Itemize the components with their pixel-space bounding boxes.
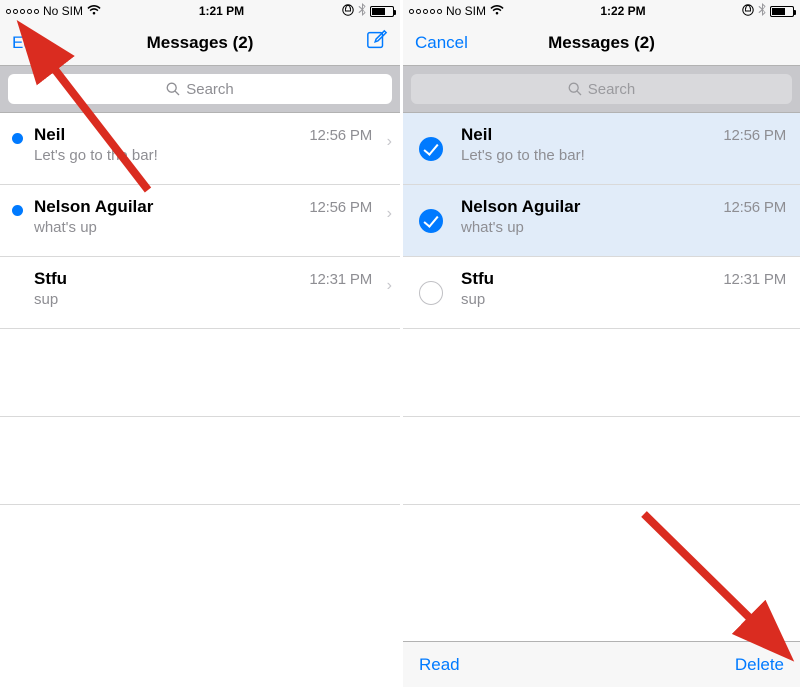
signal-dots-icon [6, 9, 39, 14]
empty-row [0, 329, 400, 417]
rotation-lock-icon [742, 4, 754, 19]
conversation-list: Neil 12:56 PM Let's go to the bar! › Nel… [0, 113, 400, 505]
message-preview: what's up [34, 219, 388, 236]
conversation-row[interactable]: Nelson Aguilar 12:56 PM what's up › [0, 185, 400, 257]
carrier-label: No SIM [43, 4, 83, 18]
status-right [742, 3, 794, 19]
message-preview: Let's go to the bar! [34, 147, 388, 164]
select-checkbox[interactable] [419, 209, 443, 233]
page-title: Messages (2) [485, 33, 718, 53]
compose-button[interactable] [318, 29, 388, 56]
phone-right-edit-mode: No SIM 1:22 PM Cancel Messages (2) Searc… [400, 0, 800, 687]
empty-row [0, 417, 400, 505]
bluetooth-icon [758, 3, 766, 19]
status-bar: No SIM 1:22 PM [403, 0, 800, 20]
battery-icon [770, 6, 794, 17]
contact-name: Neil [34, 125, 65, 145]
wifi-icon [87, 4, 101, 18]
empty-row [403, 417, 800, 505]
conversation-row[interactable]: Neil 12:56 PM Let's go to the bar! [403, 113, 800, 185]
bottom-toolbar: Read Delete [403, 641, 800, 687]
message-preview: what's up [461, 219, 788, 236]
clock-label: 1:22 PM [600, 4, 645, 18]
compose-icon [366, 29, 388, 51]
status-bar: No SIM 1:21 PM [0, 0, 400, 20]
search-placeholder: Search [588, 81, 636, 98]
message-preview: sup [461, 291, 788, 308]
contact-name: Nelson Aguilar [34, 197, 153, 217]
search-icon [568, 82, 582, 96]
row-timestamp: 12:56 PM [309, 199, 372, 216]
search-icon [166, 82, 180, 96]
search-placeholder: Search [186, 81, 234, 98]
delete-button[interactable]: Delete [735, 655, 784, 675]
conversation-row[interactable]: Nelson Aguilar 12:56 PM what's up [403, 185, 800, 257]
select-checkbox[interactable] [419, 137, 443, 161]
row-timestamp: 12:56 PM [309, 127, 372, 144]
message-preview: sup [34, 291, 388, 308]
annotation-arrow-delete [632, 502, 782, 647]
status-left: No SIM [409, 4, 504, 18]
message-preview: Let's go to the bar! [461, 147, 788, 164]
edit-button[interactable]: Edit [12, 33, 82, 53]
carrier-label: No SIM [446, 4, 486, 18]
select-checkbox[interactable] [419, 281, 443, 305]
row-timestamp: 12:56 PM [723, 127, 786, 144]
read-button[interactable]: Read [419, 655, 460, 675]
phone-left-normal-mode: No SIM 1:21 PM Edit Messages (2) Search [0, 0, 400, 687]
contact-name: Nelson Aguilar [461, 197, 580, 217]
status-left: No SIM [6, 4, 101, 18]
row-timestamp: 12:31 PM [723, 271, 786, 288]
status-right [342, 3, 394, 19]
search-input[interactable]: Search [411, 74, 792, 104]
contact-name: Stfu [461, 269, 494, 289]
conversation-row[interactable]: Stfu 12:31 PM sup › [0, 257, 400, 329]
contact-name: Stfu [34, 269, 67, 289]
search-bar-container: Search [403, 66, 800, 113]
search-input[interactable]: Search [8, 74, 392, 104]
clock-label: 1:21 PM [199, 4, 244, 18]
chevron-right-icon: › [387, 133, 392, 151]
nav-bar: Cancel Messages (2) [403, 20, 800, 66]
unread-dot-icon [12, 133, 23, 144]
contact-name: Neil [461, 125, 492, 145]
cancel-button[interactable]: Cancel [415, 33, 485, 53]
nav-bar: Edit Messages (2) [0, 20, 400, 66]
empty-row [403, 329, 800, 417]
unread-dot-icon [12, 205, 23, 216]
chevron-right-icon: › [387, 205, 392, 223]
signal-dots-icon [409, 9, 442, 14]
row-timestamp: 12:56 PM [723, 199, 786, 216]
conversation-list: Neil 12:56 PM Let's go to the bar! Nelso… [403, 113, 800, 505]
wifi-icon [490, 4, 504, 18]
chevron-right-icon: › [387, 277, 392, 295]
page-title: Messages (2) [82, 33, 318, 53]
bluetooth-icon [358, 3, 366, 19]
search-bar-container: Search [0, 66, 400, 113]
row-timestamp: 12:31 PM [309, 271, 372, 288]
battery-icon [370, 6, 394, 17]
conversation-row[interactable]: Neil 12:56 PM Let's go to the bar! › [0, 113, 400, 185]
conversation-row[interactable]: Stfu 12:31 PM sup [403, 257, 800, 329]
rotation-lock-icon [342, 4, 354, 19]
